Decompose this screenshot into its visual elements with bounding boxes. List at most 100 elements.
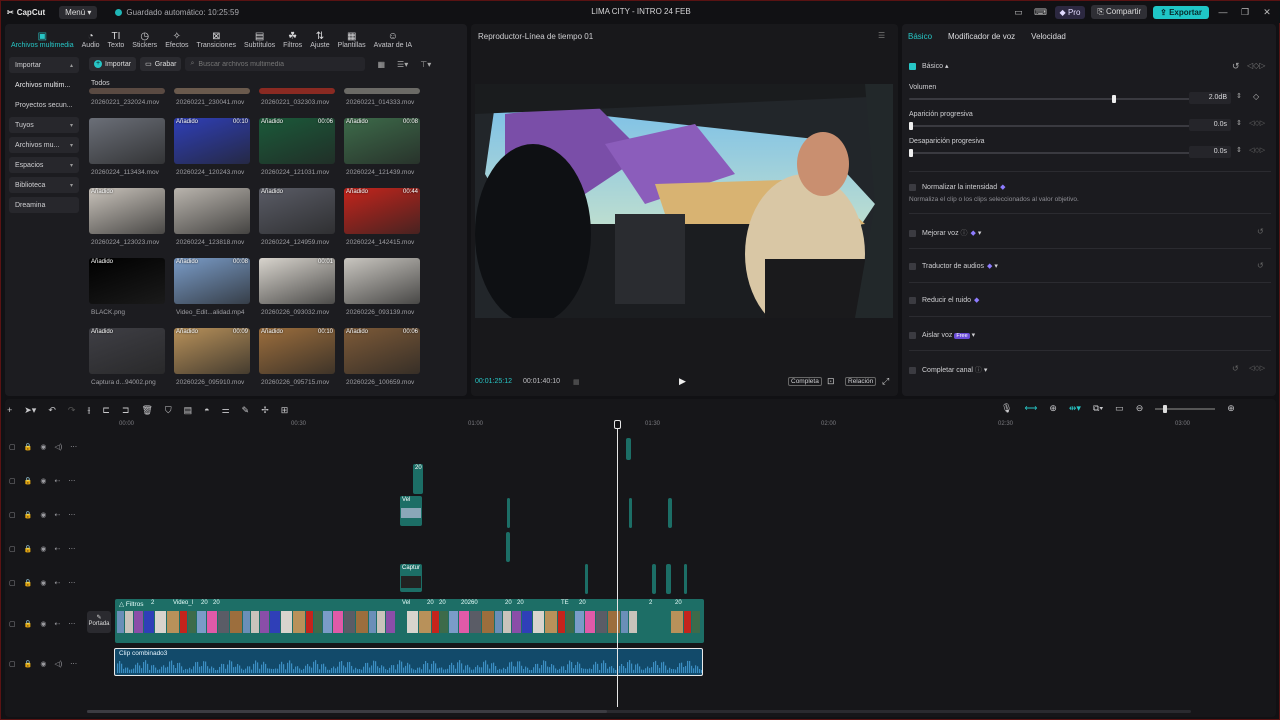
fadein-slider-knob[interactable] [909,122,913,130]
delete-icon[interactable]: 🗑 [141,405,152,416]
layout-icon[interactable]: ▭ [1011,7,1027,18]
lock-icon[interactable]: 🔒 [24,660,33,668]
track-type-icon[interactable]: ▢ [9,620,16,628]
noise-reduction-option[interactable]: Reducir el ruido ◆ [909,296,979,304]
eye-icon[interactable]: ◉ [40,579,46,587]
fadein-value[interactable]: 0.0s [1189,119,1231,131]
sidebar-item-subprojects[interactable]: Proyectos secun... [9,97,79,113]
track-type-icon[interactable]: ▢ [9,477,16,485]
checkbox-icon[interactable] [909,229,916,237]
microphone-icon[interactable]: 🎙 [1001,403,1012,414]
complete-channel-option[interactable]: Completar canal ⓘ ▾ [909,365,987,375]
add-icon[interactable]: + [7,405,12,415]
caption-icon[interactable]: ▤ [184,405,193,416]
timeline-scrollbar[interactable] [87,710,1191,713]
zoom-in-icon[interactable]: ⊕ [1227,403,1235,414]
share-button[interactable]: ⎘ Compartir [1091,5,1148,19]
track-type-icon[interactable]: ▢ [9,545,16,553]
timeline-clip[interactable]: Vel [400,496,422,526]
tool-audio[interactable]: ◔ Audio [78,25,104,49]
timeline-clip[interactable] [506,532,510,562]
mask-icon[interactable]: ◓ [204,405,209,415]
checkbox-icon[interactable] [909,262,916,270]
tool-templates[interactable]: ▦ Plantillas [334,25,370,49]
sidebar-item-import[interactable]: Importar ▴ [9,57,79,73]
sidebar-item-yours[interactable]: Tuyos ▾ [9,117,79,133]
cover-button[interactable]: ✎ Portada [87,611,111,633]
tool-ai-avatar[interactable]: ☺ Avatar de IA [370,25,416,49]
media-thumbnail[interactable]: Añadido [259,188,335,234]
timeline-clip[interactable] [666,564,671,594]
checkbox-icon[interactable] [909,296,916,304]
tab-basic[interactable]: Básico [908,32,932,41]
audio-link-icon[interactable]: ⇠ [54,579,60,587]
tool-text[interactable]: TI Texto [104,25,129,49]
timeline-clip[interactable] [629,498,632,528]
timeline-clip[interactable] [668,498,672,528]
audio-translator-option[interactable]: Traductor de audios ◆ ▾ [909,262,998,270]
keyframe-icon[interactable]: ◇ [1253,92,1259,101]
link-icon[interactable]: ⟷ [1024,403,1037,414]
timeline-clip[interactable]: Captur [400,564,422,592]
menu-button[interactable]: Menú ▾ [59,5,98,19]
zoom-out-icon[interactable]: ⊖ [1136,403,1144,414]
full-quality-button[interactable]: Completa [788,377,822,386]
media-thumbnail[interactable]: Añadido [89,258,165,304]
ratio-button[interactable]: Relación [845,377,877,386]
crop-icon[interactable]: ⊞ [281,405,289,416]
media-thumbnail[interactable]: Añadido [89,328,165,374]
timeline-clip[interactable] [652,564,656,594]
media-thumbnail[interactable] [89,118,165,164]
normalize-option[interactable]: Normalizar la intensidad ◆ [909,183,1005,191]
reset-icon[interactable]: ↺ [1257,261,1264,270]
media-thumbnail[interactable] [89,88,165,94]
more-icon[interactable]: ⋯ [68,620,75,628]
tool-effects[interactable]: ✧ Efectos [161,25,192,49]
eye-icon[interactable]: ◉ [40,620,46,628]
timeline-clip[interactable] [507,498,510,528]
audio-link-icon[interactable]: ⇠ [54,545,60,553]
audio-link-icon[interactable]: ⇠ [54,511,60,519]
media-thumbnail[interactable]: Añadido 00:09 [174,328,250,374]
select-tool-icon[interactable]: ➤▾ [24,405,36,416]
tool-subtitles[interactable]: ▤ Subtítulos [240,25,279,49]
more-icon[interactable]: ⋯ [70,660,77,668]
crop-icon[interactable]: ⊡ [827,376,835,387]
zoom-slider[interactable] [1155,404,1216,413]
lock-icon[interactable]: 🔒 [24,579,33,587]
tab-voice-changer[interactable]: Modificador de voz [948,32,1015,41]
sidebar-item-media[interactable]: Archivos multim... [9,77,79,93]
sort-icon[interactable]: ☰▾ [397,60,408,69]
media-thumbnail[interactable] [174,188,250,234]
isolate-voice-option[interactable]: Aislar voz Free ▾ [909,331,975,339]
timeline-clip[interactable] [684,564,687,594]
magic-icon[interactable]: ✎ [242,405,250,416]
split-icon[interactable]: ⫲ [87,405,90,416]
minimize-icon[interactable]: — [1215,7,1231,17]
track-type-icon[interactable]: ▢ [9,660,16,668]
timeline-clip[interactable] [626,438,631,460]
fullscreen-icon[interactable]: ⤢ [882,376,889,387]
scale-icon[interactable]: ✢ [261,405,269,416]
volume-slider-knob[interactable] [1112,95,1117,103]
preview-icon[interactable]: ⧉▾ [1093,403,1103,414]
audio-link-icon[interactable]: ⇠ [54,620,60,628]
snap-icon[interactable]: ⊕ [1049,403,1057,414]
media-thumbnail[interactable]: Añadido 00:08 [174,258,250,304]
stepper-icon[interactable]: ⇕ [1236,92,1242,100]
redo-icon[interactable]: ↷ [68,405,76,416]
keyframe-icon[interactable]: ◁◇▷ [1247,61,1265,70]
media-thumbnail[interactable]: Añadido 00:06 [344,328,420,374]
play-button[interactable]: ▶ [679,376,686,387]
tool-adjust[interactable]: ⇅ Ajuste [306,25,333,49]
lock-icon[interactable]: 🔒 [24,620,33,628]
scrollbar-thumb[interactable] [87,710,607,713]
sidebar-item-files[interactable]: Archivos mu... ▾ [9,137,79,153]
zoom-knob[interactable] [1163,404,1168,413]
hamburger-icon[interactable]: ☰ [878,31,885,40]
playhead-handle[interactable] [614,420,621,429]
media-thumbnail[interactable]: 00:01 [259,258,335,304]
speaker-icon[interactable]: ◁) [54,443,62,451]
grid-view-icon[interactable]: ▦ [377,60,385,69]
tab-speed[interactable]: Velocidad [1031,32,1066,41]
